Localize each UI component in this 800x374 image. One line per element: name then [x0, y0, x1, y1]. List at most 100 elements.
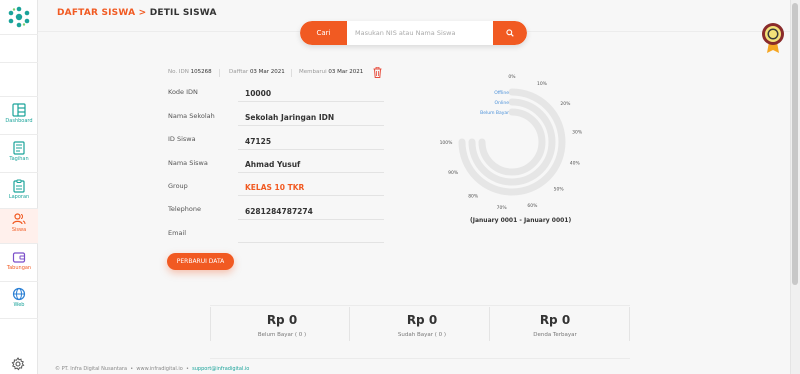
- payment-radial-chart: Offline Online Belum Bayar 0% 10% 20% 30% 40% 50…: [440, 74, 583, 211]
- total-denda-label: Denda Terbayar: [533, 332, 577, 338]
- sidebar-item-tagihan[interactable]: Tagihan: [0, 138, 38, 172]
- totals-divider: [489, 307, 490, 341]
- tick-label: 90%: [448, 170, 459, 176]
- invoice-icon: [13, 141, 25, 155]
- field-divider: [238, 125, 384, 126]
- breadcrumb-separator: >: [135, 8, 150, 18]
- field-label-id-siswa: ID Siswa: [168, 135, 196, 143]
- radial-track: [478, 108, 546, 176]
- footer-separator: •: [130, 366, 134, 372]
- sidebar-item-label: Dashboard: [5, 118, 33, 124]
- tick-label: 70%: [497, 205, 508, 211]
- footer-separator: •: [186, 366, 189, 372]
- sidebar-item-web[interactable]: Web: [0, 284, 38, 318]
- radial-track: [458, 88, 566, 196]
- tick-label: 0%: [508, 74, 516, 80]
- field-label-telephone: Telephone: [168, 205, 202, 213]
- profile-medal-icon[interactable]: [761, 22, 785, 54]
- users-icon: [12, 213, 26, 225]
- field-divider: [238, 219, 384, 220]
- field-divider: [238, 172, 384, 173]
- series-label: Offline: [494, 90, 509, 96]
- totals-divider: [210, 307, 211, 341]
- meta-no-idn-value: 105268: [190, 69, 212, 75]
- field-value-kode-idn: 10000: [245, 89, 272, 98]
- tick-label: 60%: [527, 203, 538, 209]
- sidebar-item-laporan[interactable]: Laporan: [0, 176, 38, 210]
- totals-divider: [629, 307, 630, 341]
- search-submit-button[interactable]: [493, 21, 527, 45]
- tick-label: 40%: [570, 160, 581, 166]
- dashboard-icon: [12, 103, 26, 117]
- sidebar-item-label: Web: [13, 302, 25, 308]
- tick-label: 20%: [560, 101, 571, 107]
- series-label: Belum Bayar: [480, 110, 509, 116]
- search-input[interactable]: [347, 21, 493, 45]
- sidebar: Dashboard Tagihan Laporan Siswa Tabungan…: [0, 0, 38, 374]
- meta-created-value: 03 Mar 2021: [249, 69, 285, 75]
- meta-no-idn: No. IDN 105268: [168, 69, 212, 75]
- sidebar-item-dashboard[interactable]: Dashboard: [0, 100, 38, 134]
- tick-label: 100%: [440, 140, 454, 146]
- sidebar-item-siswa[interactable]: Siswa: [0, 209, 38, 243]
- meta-updated-value: 03 Mar 2021: [328, 69, 364, 75]
- chart-caption: (January 0001 - January 0001): [470, 217, 572, 224]
- meta-divider: [291, 69, 292, 77]
- totals-divider-top: [210, 305, 630, 306]
- field-divider: [238, 195, 384, 196]
- tick-label: 50%: [554, 187, 565, 193]
- meta-created-label: Dafftar: [229, 69, 249, 75]
- field-label-group: Group: [168, 182, 188, 190]
- field-value-telephone: 6281284787274: [245, 207, 313, 216]
- page-title: DAFTAR SISWA > DETIL SISWA: [57, 8, 217, 18]
- meta-created: Dafftar 03 Mar 2021: [229, 69, 285, 75]
- total-sudah-bayar-label: Sudah Bayar ( 0 ): [397, 332, 447, 338]
- field-label-email: Email: [168, 229, 187, 237]
- search-icon: [506, 29, 514, 37]
- app-logo[interactable]: [7, 6, 31, 28]
- globe-icon: [12, 287, 26, 301]
- footer-email-link[interactable]: support@infradigital.io: [192, 366, 249, 372]
- field-label-kode-idn: Kode IDN: [168, 88, 198, 96]
- update-data-button[interactable]: PERBARUI DATA: [167, 253, 234, 270]
- search-button[interactable]: Cari: [300, 21, 347, 45]
- totals-divider-bottom: [210, 358, 630, 359]
- meta-divider: [219, 69, 220, 77]
- tick-label: 10%: [537, 81, 548, 87]
- breadcrumb-current: DETIL SISWA: [149, 8, 217, 18]
- breadcrumb-parent[interactable]: DAFTAR SISWA: [57, 8, 135, 18]
- sidebar-item-label: Tabungan: [6, 265, 32, 271]
- total-denda-value: Rp 0: [539, 313, 571, 327]
- footer-copyright: © PT. Infra Digital Nusantara: [55, 366, 128, 372]
- scrollbar-thumb[interactable]: [792, 3, 798, 285]
- sidebar-item-label: Siswa: [11, 227, 27, 233]
- footer: © PT. Infra Digital Nusantara • www.infr…: [55, 366, 249, 372]
- field-value-nama-sekolah: Sekolah Jaringan IDN: [245, 113, 335, 122]
- footer-site-link[interactable]: www.infradigital.io: [136, 366, 182, 372]
- sidebar-item-label: Tagihan: [9, 156, 29, 162]
- field-divider: [238, 149, 384, 150]
- field-value-nama-siswa: Ahmad Yusuf: [245, 160, 301, 169]
- field-label-nama-sekolah: Nama Sekolah: [168, 112, 215, 120]
- series-label: Online: [494, 100, 509, 106]
- tick-label: 30%: [572, 130, 583, 136]
- total-sudah-bayar-value: Rp 0: [406, 313, 438, 327]
- field-value-group[interactable]: KELAS 10 TKR: [245, 183, 304, 192]
- meta-updated-label: Membarui: [299, 69, 327, 75]
- meta-updated: Membarui 03 Mar 2021: [299, 69, 363, 75]
- trash-icon[interactable]: [373, 67, 382, 78]
- search-bar: Cari: [300, 21, 527, 45]
- meta-no-idn-label: No. IDN: [168, 69, 189, 75]
- total-belum-bayar-label: Belum Bayar ( 0 ): [257, 332, 307, 338]
- gear-icon[interactable]: [11, 357, 25, 371]
- sidebar-item-tabungan[interactable]: Tabungan: [0, 247, 38, 281]
- totals-divider: [349, 307, 350, 341]
- sidebar-item-label: Laporan: [8, 194, 30, 200]
- total-belum-bayar-value: Rp 0: [266, 313, 298, 327]
- field-label-nama-siswa: Nama Siswa: [168, 159, 208, 167]
- field-value-id-siswa: 47125: [245, 137, 272, 146]
- tick-label: 80%: [468, 193, 479, 199]
- field-divider: [238, 101, 384, 102]
- wallet-icon: [12, 252, 26, 263]
- report-icon: [13, 179, 25, 193]
